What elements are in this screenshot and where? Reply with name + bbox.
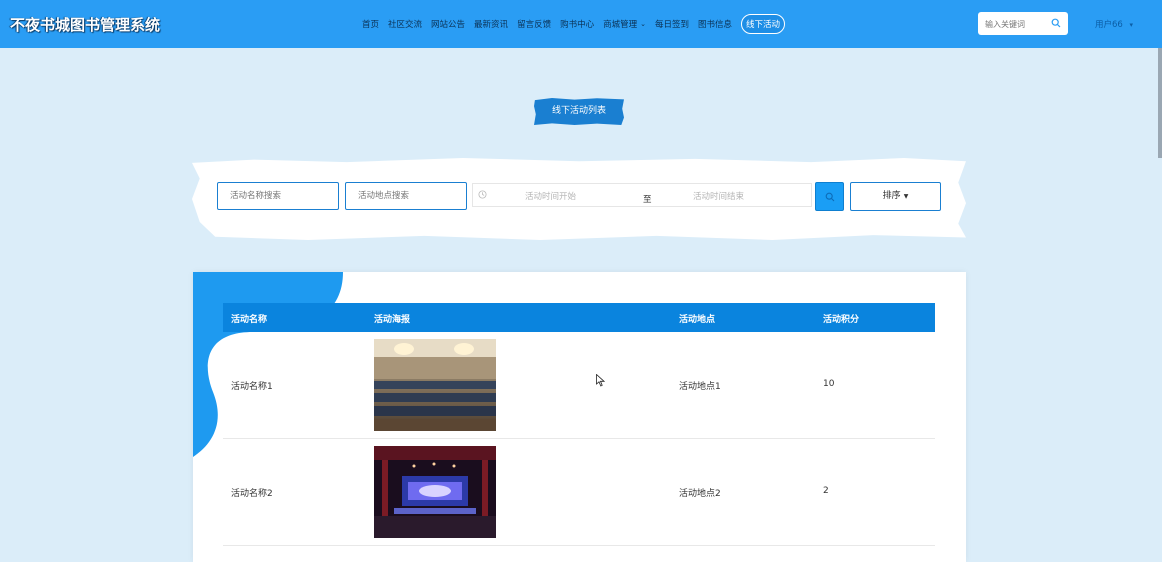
date-separator: 至 xyxy=(643,195,652,205)
nav-label: 商城管理 xyxy=(603,20,638,30)
sort-label: 排序 xyxy=(882,191,901,201)
user-menu[interactable]: 用户66 ▾ xyxy=(1095,18,1133,30)
search-icon[interactable] xyxy=(1051,18,1061,28)
activity-name-input[interactable] xyxy=(218,183,338,209)
nav-bookstore[interactable]: 购书中心 xyxy=(560,18,594,30)
nav-label: 网站公告 xyxy=(431,20,466,30)
nav-label: 购书中心 xyxy=(560,20,595,30)
table-header: 活动名称 活动海报 活动地点 活动积分 xyxy=(223,303,935,332)
chevron-down-icon: ⌄ xyxy=(640,20,646,28)
nav-mall-dropdown[interactable]: 商城管理 ⌄ xyxy=(603,18,646,30)
page-title: 线下活动列表 xyxy=(534,98,624,125)
nav-label: 最新资讯 xyxy=(474,20,509,30)
activity-poster-image[interactable] xyxy=(374,339,496,431)
table-row[interactable]: 活动名称2 活动地点2 2 xyxy=(223,439,935,546)
search-icon xyxy=(825,192,835,202)
sort-button[interactable]: 排序 ▼ xyxy=(850,182,941,211)
activity-name: 活动名称2 xyxy=(231,489,273,499)
table-row[interactable]: 活动名称1 活动地点1 10 xyxy=(223,332,935,439)
mouse-cursor-icon xyxy=(596,374,605,387)
nav-label: 首页 xyxy=(362,20,380,30)
username: 用户66 xyxy=(1095,20,1123,30)
col-activity-place: 活动地点 xyxy=(679,315,716,325)
activity-place: 活动地点1 xyxy=(679,382,721,392)
date-start[interactable]: 活动时间开始 xyxy=(525,190,576,202)
activity-points: 2 xyxy=(823,486,829,496)
nav-home[interactable]: 首页 xyxy=(362,18,379,30)
site-logo[interactable]: 不夜书城图书管理系统 xyxy=(10,14,160,35)
activity-place-input[interactable] xyxy=(346,183,466,209)
nav-notice[interactable]: 网站公告 xyxy=(431,18,465,30)
nav-feedback[interactable]: 留言反馈 xyxy=(517,18,551,30)
activity-name-field xyxy=(217,182,339,210)
date-range-picker[interactable]: 活动时间开始 至 活动时间结束 xyxy=(472,183,812,207)
date-end[interactable]: 活动时间结束 xyxy=(693,190,744,202)
header-search-input[interactable] xyxy=(983,13,1051,36)
activity-place-field xyxy=(345,182,467,210)
nav-label: 每日签到 xyxy=(654,20,689,30)
nav-checkin[interactable]: 每日签到 xyxy=(655,18,689,30)
nav-books[interactable]: 图书信息 xyxy=(698,18,732,30)
nav-offline-events[interactable]: 线下活动 xyxy=(741,14,786,34)
nav-label: 社区交流 xyxy=(388,20,423,30)
nav-forum[interactable]: 社区交流 xyxy=(388,18,422,30)
chevron-down-icon: ▾ xyxy=(1129,21,1134,29)
col-activity-poster: 活动海报 xyxy=(374,315,411,325)
header-search xyxy=(978,12,1068,36)
activity-place: 活动地点2 xyxy=(679,489,721,499)
scrollbar[interactable] xyxy=(1158,48,1162,158)
clock-icon xyxy=(478,190,487,199)
nav-label: 线下活动 xyxy=(746,20,781,30)
nav-label: 留言反馈 xyxy=(517,20,552,30)
search-button[interactable] xyxy=(815,182,844,211)
activity-poster-image[interactable] xyxy=(374,446,496,538)
top-header: 不夜书城图书管理系统 首页 社区交流 网站公告 最新资讯 留言反馈 购书中心 商… xyxy=(0,0,1162,48)
activity-points: 10 xyxy=(823,379,835,389)
nav-news[interactable]: 最新资讯 xyxy=(474,18,508,30)
col-activity-name: 活动名称 xyxy=(231,315,268,325)
nav-label: 图书信息 xyxy=(698,20,733,30)
activity-name: 活动名称1 xyxy=(231,382,273,392)
main-nav: 首页 社区交流 网站公告 最新资讯 留言反馈 购书中心 商城管理 ⌄ 每日签到 图… xyxy=(362,0,794,48)
caret-down-icon: ▼ xyxy=(903,193,909,200)
col-activity-points: 活动积分 xyxy=(823,315,860,325)
